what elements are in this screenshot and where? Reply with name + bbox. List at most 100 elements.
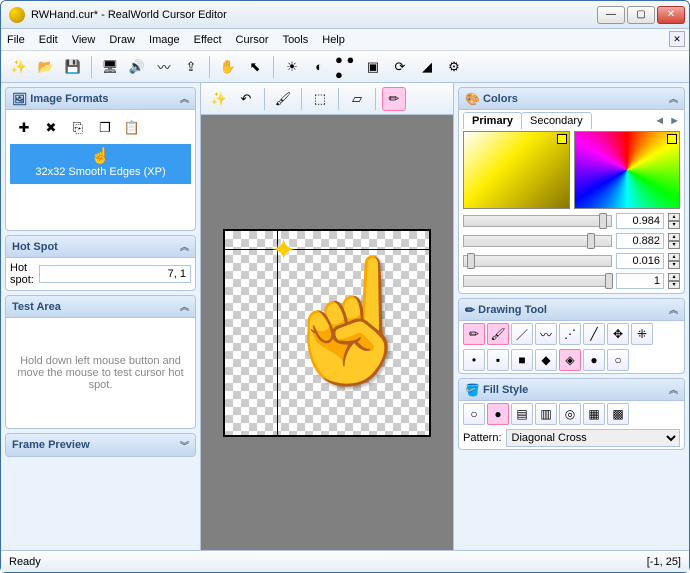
spin-down[interactable]: ▾: [668, 221, 680, 229]
blue-value[interactable]: [616, 253, 664, 269]
spin-down[interactable]: ▾: [668, 281, 680, 289]
hue-icon[interactable]: ● ● ●: [334, 55, 358, 79]
tab-secondary[interactable]: Secondary: [521, 112, 592, 129]
tool-brush[interactable]: 🖌: [487, 323, 509, 345]
fill-none[interactable]: ○: [463, 403, 485, 425]
hot-spot-header[interactable]: Hot Spot ︽: [6, 236, 195, 258]
editor-canvas[interactable]: ☝ ✦: [223, 229, 431, 437]
shape-circle[interactable]: ●: [583, 349, 605, 371]
menu-draw[interactable]: Draw: [109, 34, 135, 46]
hot-spot-input[interactable]: [39, 265, 191, 283]
contrast-icon[interactable]: ◐: [307, 55, 331, 79]
fill-vgrad[interactable]: ▥: [535, 403, 557, 425]
fill-hgrad[interactable]: ▤: [511, 403, 533, 425]
prev-icon[interactable]: ◄: [654, 115, 665, 127]
test-area-surface[interactable]: Hold down left mouse button and move the…: [6, 318, 195, 428]
close-button[interactable]: ✕: [657, 6, 685, 24]
drawing-tool-panel: ✏ Drawing Tool ︽ ✏ 🖌 ／ 〰 ⋰ ╱ ✥ ⁜ • ▪ ■ ◆…: [458, 298, 685, 374]
shape-dot[interactable]: •: [463, 349, 485, 371]
shape-square-m[interactable]: ■: [511, 349, 533, 371]
brush-icon[interactable]: 🖌: [271, 87, 295, 111]
hue-picker[interactable]: [574, 131, 681, 209]
red-value[interactable]: [616, 213, 664, 229]
format-item-selected[interactable]: 32x32 Smooth Edges (XP): [10, 144, 191, 184]
spin-up[interactable]: ▴: [668, 213, 680, 221]
tool-polyline[interactable]: ⋰: [559, 323, 581, 345]
menu-edit[interactable]: Edit: [39, 34, 58, 46]
pencil-icon: ✏: [465, 303, 475, 317]
pointer-icon[interactable]: ⬉: [243, 55, 267, 79]
tool-line[interactable]: ／: [511, 323, 533, 345]
alpha-value[interactable]: [616, 273, 664, 289]
rotate-icon[interactable]: ⟳: [388, 55, 412, 79]
curve-icon[interactable]: 〰: [152, 55, 176, 79]
menu-tools[interactable]: Tools: [283, 34, 309, 46]
eraser-icon[interactable]: ▱: [345, 87, 369, 111]
share-icon[interactable]: ⇪: [179, 55, 203, 79]
colors-header[interactable]: 🎨 Colors ︽: [459, 88, 684, 110]
fill-style-header[interactable]: 🪣 Fill Style ︽: [459, 379, 684, 401]
tool-curve[interactable]: 〰: [535, 323, 557, 345]
saturation-picker[interactable]: [463, 131, 570, 209]
fmt-copy-icon[interactable]: ❐: [93, 116, 117, 140]
alpha-slider[interactable]: [463, 275, 612, 287]
pencil-icon[interactable]: ✏: [382, 87, 406, 111]
spin-up[interactable]: ▴: [668, 253, 680, 261]
tab-primary[interactable]: Primary: [463, 112, 522, 129]
preview-icon[interactable]: 🖥: [98, 55, 122, 79]
green-slider[interactable]: [463, 235, 612, 247]
spin-up[interactable]: ▴: [668, 273, 680, 281]
pattern-select[interactable]: Diagonal Cross: [506, 429, 680, 447]
fill-solid[interactable]: ●: [487, 403, 509, 425]
maximize-button[interactable]: ▢: [627, 6, 655, 24]
menu-effect[interactable]: Effect: [194, 34, 222, 46]
undo-icon[interactable]: ↶: [234, 87, 258, 111]
shape-ring[interactable]: ○: [607, 349, 629, 371]
shape-diamond-big[interactable]: ◈: [559, 349, 581, 371]
spin-down[interactable]: ▾: [668, 261, 680, 269]
menu-cursor[interactable]: Cursor: [236, 34, 269, 46]
fill-texture[interactable]: ▩: [607, 403, 629, 425]
fmt-add-icon[interactable]: ✚: [12, 116, 36, 140]
tool-line2[interactable]: ╱: [583, 323, 605, 345]
crop-icon[interactable]: ▣: [361, 55, 385, 79]
drawing-tool-header[interactable]: ✏ Drawing Tool ︽: [459, 299, 684, 321]
fmt-dup-icon[interactable]: ⎘: [66, 116, 90, 140]
menu-help[interactable]: Help: [322, 34, 345, 46]
minimize-button[interactable]: —: [597, 6, 625, 24]
save-icon[interactable]: 💾: [61, 55, 85, 79]
close-doc-button[interactable]: ✕: [669, 31, 685, 47]
spin-down[interactable]: ▾: [668, 241, 680, 249]
more-icon[interactable]: ⚙: [442, 55, 466, 79]
open-icon[interactable]: 📂: [34, 55, 58, 79]
tool-move2[interactable]: ⁜: [631, 323, 653, 345]
sound-icon[interactable]: 🔊: [125, 55, 149, 79]
test-area-hint: Hold down left mouse button and move the…: [12, 355, 189, 391]
tool-pencil[interactable]: ✏: [463, 323, 485, 345]
menu-view[interactable]: View: [72, 34, 96, 46]
blue-slider[interactable]: [463, 255, 612, 267]
fmt-paste-icon[interactable]: 📋: [120, 116, 144, 140]
fill-pattern[interactable]: ▦: [583, 403, 605, 425]
brightness-icon[interactable]: ☀: [280, 55, 304, 79]
palette-icon: 🎨: [465, 92, 480, 106]
image-formats-header[interactable]: 🖼 Image Formats ︽: [6, 88, 195, 110]
shadow-icon[interactable]: ◢: [415, 55, 439, 79]
next-icon[interactable]: ►: [669, 115, 680, 127]
menu-file[interactable]: File: [7, 34, 25, 46]
select-icon[interactable]: ⬚: [308, 87, 332, 111]
test-area-header[interactable]: Test Area ︽: [6, 296, 195, 318]
fill-radial[interactable]: ◎: [559, 403, 581, 425]
green-value[interactable]: [616, 233, 664, 249]
menu-image[interactable]: Image: [149, 34, 180, 46]
tool-move[interactable]: ✥: [607, 323, 629, 345]
shape-square-s[interactable]: ▪: [487, 349, 509, 371]
red-slider[interactable]: [463, 215, 612, 227]
fmt-del-icon[interactable]: ✖: [39, 116, 63, 140]
new-icon[interactable]: ✨: [7, 55, 31, 79]
wand-icon[interactable]: ✨: [207, 87, 231, 111]
frame-preview-header[interactable]: Frame Preview ︾: [6, 434, 195, 456]
hand-icon[interactable]: ✋: [216, 55, 240, 79]
shape-diamond[interactable]: ◆: [535, 349, 557, 371]
spin-up[interactable]: ▴: [668, 233, 680, 241]
